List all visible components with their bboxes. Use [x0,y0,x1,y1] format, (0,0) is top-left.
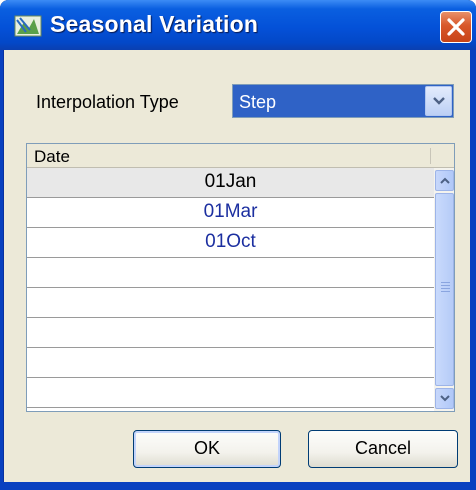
table-row[interactable]: 01Mar [27,198,434,228]
table-row[interactable] [27,378,434,408]
title-bar[interactable]: Seasonal Variation [0,0,476,50]
close-icon [447,18,465,36]
table-row[interactable]: 01Oct [27,228,434,258]
chevron-up-icon [440,177,450,184]
interpolation-type-select[interactable]: Step [232,84,454,118]
scroll-down-button[interactable] [435,388,454,409]
chevron-down-icon [440,395,450,402]
column-header-date[interactable]: Date [34,147,70,167]
chevron-down-icon [433,97,445,105]
dialog-window: Seasonal Variation Interpolation Type St… [0,0,476,490]
table-row[interactable] [27,288,434,318]
app-icon [14,14,42,38]
table-row[interactable] [27,318,434,348]
interpolation-type-label: Interpolation Type [36,92,179,112]
table-body: 01Jan 01Mar 01Oct [27,168,434,408]
table-header: Date [27,144,454,168]
window-title: Seasonal Variation [50,11,259,37]
table-row[interactable] [27,348,434,378]
ok-button[interactable]: OK [133,430,281,468]
vertical-scrollbar[interactable] [434,168,454,411]
cancel-button[interactable]: Cancel [308,430,458,468]
table-row[interactable] [27,258,434,288]
dropdown-button[interactable] [425,86,452,116]
scroll-thumb[interactable] [435,193,454,386]
scroll-up-button[interactable] [435,170,454,191]
date-table: Date 01Jan 01Mar 01Oct [26,143,455,412]
table-row[interactable]: 01Jan [27,168,434,198]
interpolation-type-value: Step [239,92,277,112]
close-button[interactable] [440,11,472,43]
